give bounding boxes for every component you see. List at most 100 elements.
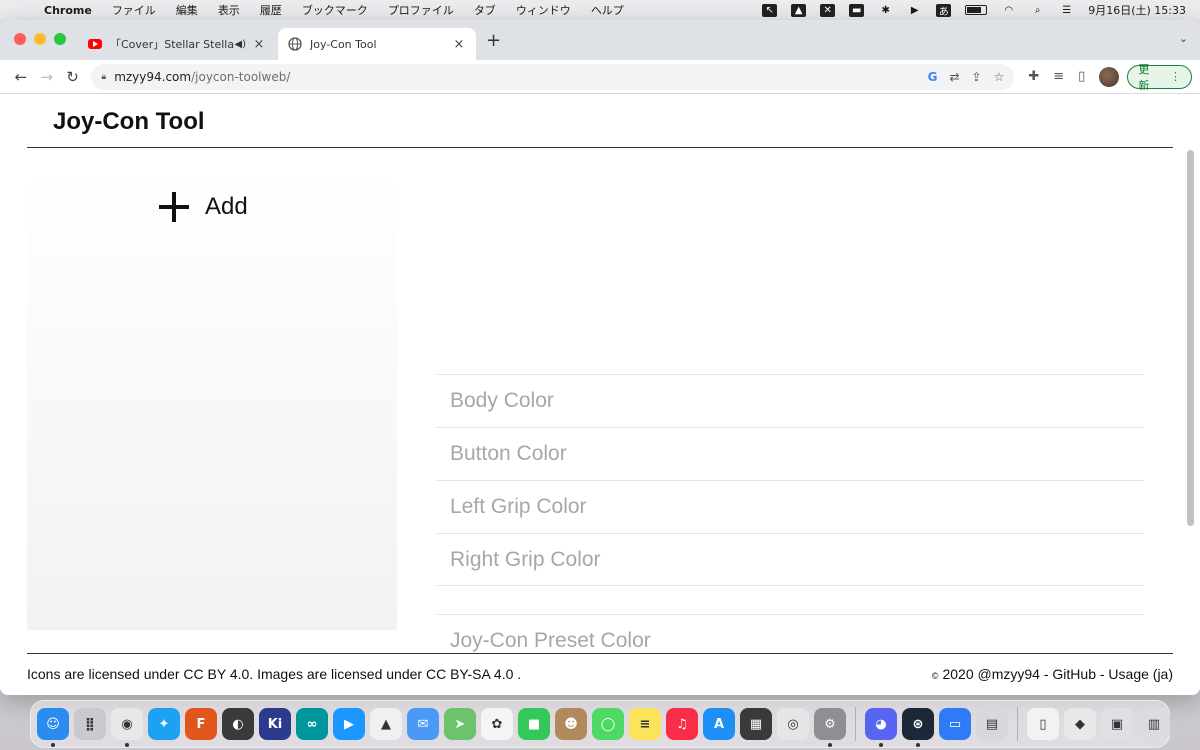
dock-steam-icon[interactable]: ⊛ (902, 708, 934, 747)
menu-window[interactable]: ウィンドウ (516, 2, 571, 18)
dock-discord-icon[interactable]: ◕ (865, 708, 897, 747)
dock-screenshot-icon[interactable]: ◎ (777, 708, 809, 740)
battery-icon[interactable] (965, 5, 988, 15)
color-settings-list: Body Color Button Color Left Grip Color … (436, 374, 1144, 586)
globe-icon (288, 37, 302, 51)
close-tab-icon[interactable]: × (252, 37, 266, 52)
bookmark-star-icon[interactable]: ☆ (994, 70, 1005, 84)
menu-tab[interactable]: タブ (474, 2, 496, 18)
utility-icon[interactable]: ✕ (820, 3, 836, 17)
minimize-window-button[interactable] (34, 33, 46, 45)
credits-text[interactable]: 2020 @mzyy94 - GitHub - Usage (ja) (942, 666, 1173, 682)
google-lens-icon[interactable]: G (928, 70, 938, 84)
dock-system-settings-icon[interactable]: ⚙ (814, 708, 846, 747)
header-divider (27, 147, 1173, 148)
youtube-icon (88, 37, 102, 51)
dock-notes-icon[interactable]: ≡ (629, 708, 661, 740)
tab-search-chevron-icon[interactable]: ⌄ (1179, 32, 1188, 45)
dock-keynote-icon[interactable]: ▭ (939, 708, 971, 740)
reload-icon[interactable]: ↻ (60, 68, 86, 86)
add-label: Add (205, 193, 248, 220)
forward-arrow-icon[interactable]: → (34, 68, 60, 86)
dock-affinity-icon[interactable]: ◐ (222, 708, 254, 740)
tab-joycon-tool[interactable]: Joy-Con Tool × (278, 28, 476, 60)
dock-chrome-icon[interactable]: ◉ (111, 708, 143, 747)
share-icon[interactable]: ⇪ (972, 70, 982, 84)
input-method-icon[interactable]: あ (936, 3, 952, 18)
window-controls (14, 33, 66, 45)
tab-youtube[interactable]: 「Cover」Stellar Stellar - N ◀) × (78, 28, 276, 60)
body-color-item[interactable]: Body Color (436, 374, 1144, 427)
dock-maps-icon[interactable]: ➤ (444, 708, 476, 740)
dock-arduino-icon[interactable]: ∞ (296, 708, 328, 740)
address-bar[interactable]: 🔒︎ mzyy94.com /joycon-toolweb/ G ⇄ ⇪ ☆ (91, 63, 1015, 90)
dock-kicad-icon[interactable]: Ki (259, 708, 291, 740)
menu-history[interactable]: 履歴 (260, 2, 282, 18)
dock-photos-icon[interactable]: ✿ (481, 708, 513, 740)
right-grip-color-item[interactable]: Right Grip Color (436, 533, 1144, 586)
extensions-puzzle-icon[interactable]: ✚ (1028, 69, 1039, 84)
menubar-clock[interactable]: 9月16日(土) 15:33 (1088, 2, 1186, 18)
control-center-icon[interactable]: ☰ (1059, 4, 1074, 17)
new-tab-button[interactable]: + (486, 30, 501, 51)
dock-calculator-icon[interactable]: ▦ (740, 708, 772, 740)
menu-extra-icon[interactable]: ▬ (849, 3, 865, 17)
back-arrow-icon[interactable]: ← (8, 68, 34, 86)
translate-icon[interactable]: ⇄ (949, 70, 959, 84)
dock-finder-icon[interactable]: ☺ (37, 708, 69, 747)
dock-inkscape-icon[interactable]: ▲ (370, 708, 402, 740)
drive-icon[interactable]: ▲ (791, 3, 807, 17)
dock-separator (855, 707, 856, 741)
add-joycon-button[interactable]: Add (157, 190, 248, 224)
lock-icon[interactable]: 🔒︎ (101, 72, 106, 82)
page-title: Joy-Con Tool (53, 108, 205, 135)
dock-trash-icon[interactable]: ▥ (1138, 708, 1170, 740)
page-scrollbar[interactable] (1187, 150, 1194, 526)
dock-mail-icon[interactable]: ✉ (407, 708, 439, 740)
close-tab-icon[interactable]: × (452, 37, 466, 52)
menu-bookmarks[interactable]: ブックマーク (302, 2, 368, 18)
spotlight-search-icon[interactable]: ⌕ (1030, 4, 1045, 17)
dock-facetime-icon[interactable]: ■ (518, 708, 550, 740)
tab-title: 「Cover」Stellar Stellar - N (110, 38, 235, 51)
play-icon[interactable]: ▶ (907, 4, 922, 17)
joycon-list-panel: Add (27, 170, 397, 630)
profile-avatar[interactable] (1099, 66, 1120, 87)
dock-twitter-icon[interactable]: ✦ (148, 708, 180, 740)
dock-fusion-360-icon[interactable]: F (185, 708, 217, 740)
dock-preview-icon[interactable]: ▤ (976, 708, 1008, 740)
preset-color-item[interactable]: Joy-Con Preset Color (436, 614, 1144, 654)
update-button[interactable]: 更新 ⋮ (1127, 63, 1192, 92)
dock-contacts-icon[interactable]: ☻ (555, 708, 587, 740)
dock-app-store-icon[interactable]: A (703, 708, 735, 740)
menu-edit[interactable]: 編集 (176, 2, 198, 18)
button-color-item[interactable]: Button Color (436, 427, 1144, 480)
menu-file[interactable]: ファイル (112, 2, 156, 18)
side-panel-icon[interactable]: ▯ (1078, 69, 1085, 84)
tab-title: Joy-Con Tool (310, 37, 377, 51)
dock-launchpad-icon[interactable]: ⣿ (74, 708, 106, 740)
dock-document-file-icon[interactable]: ▯ (1027, 708, 1059, 740)
kebab-menu-icon[interactable]: ⋮ (1170, 70, 1181, 83)
menu-profiles[interactable]: プロファイル (388, 2, 454, 18)
dock-music-icon[interactable]: ♫ (666, 708, 698, 740)
wifi-icon[interactable]: ◠ (1001, 4, 1016, 17)
bluetooth-icon[interactable]: ✱ (878, 4, 893, 17)
dock-downloads-icon[interactable]: ▣ (1101, 708, 1133, 740)
menu-help[interactable]: ヘルプ (591, 2, 624, 18)
omnibox-actions: G ⇄ ⇪ ☆ (928, 70, 1005, 84)
url-host: mzyy94.com (114, 69, 192, 84)
menu-view[interactable]: 表示 (218, 2, 240, 18)
dock-messages-icon[interactable]: ◯ (592, 708, 624, 740)
close-window-button[interactable] (14, 33, 26, 45)
dock-prime-video-icon[interactable]: ▶ (333, 708, 365, 740)
cursor-tool-icon[interactable]: ↖ (762, 3, 778, 17)
copyright-icon: © (931, 671, 939, 681)
zoom-window-button[interactable] (54, 33, 66, 45)
menu-app-chrome[interactable]: Chrome (44, 4, 92, 17)
audio-playing-icon[interactable]: ◀) (234, 39, 246, 50)
dock-installer-icon[interactable]: ◆ (1064, 708, 1096, 740)
url-path: /joycon-toolweb/ (191, 69, 291, 84)
reading-list-icon[interactable]: ≡ (1053, 69, 1064, 84)
left-grip-color-item[interactable]: Left Grip Color (436, 480, 1144, 533)
